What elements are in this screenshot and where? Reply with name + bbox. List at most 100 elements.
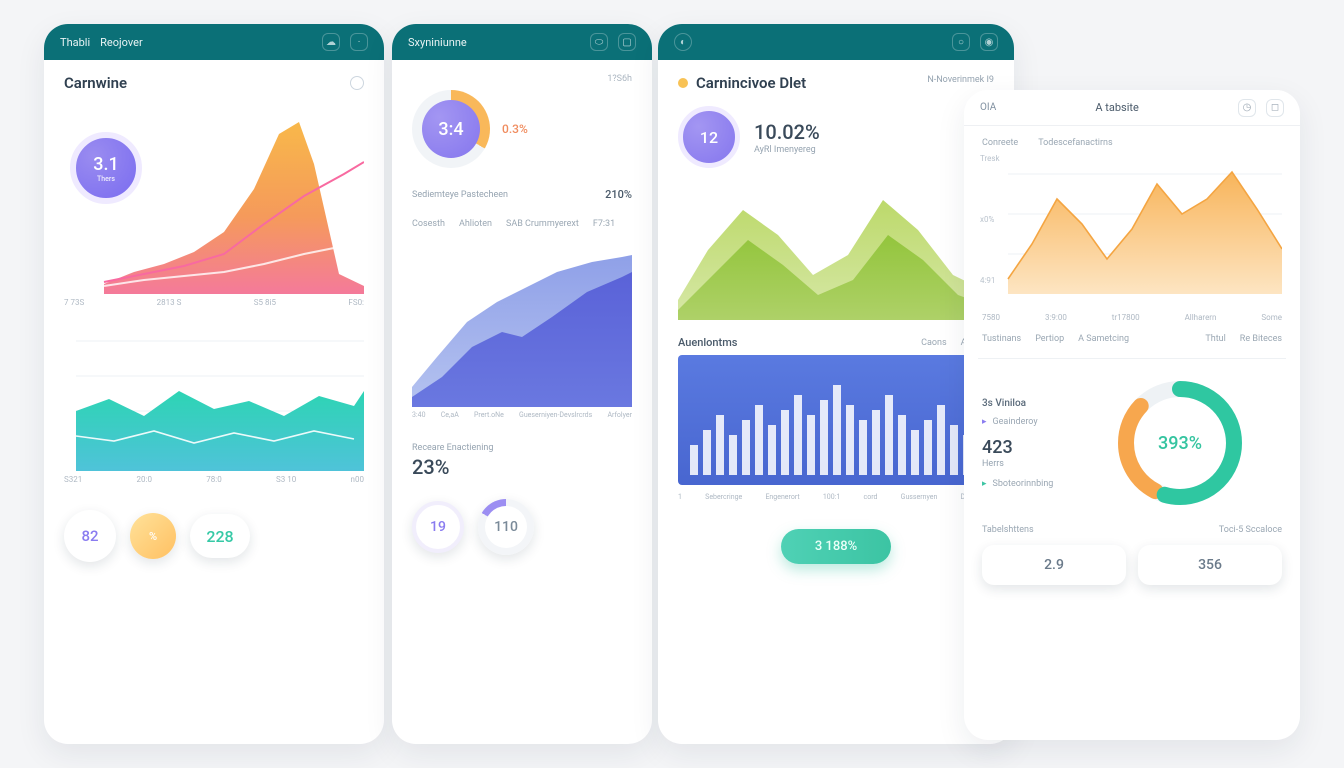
tab-item[interactable]: F7:31 [593, 219, 615, 229]
tab-item[interactable]: Re Biteces [1240, 334, 1282, 344]
mini-d-value: 110 [494, 519, 518, 535]
phone4-topbar: OIA A tabsite ◷ ◻ [964, 90, 1300, 126]
phone3-pill-value: 3 188% [815, 539, 857, 554]
mini-ring-c[interactable]: 19 [412, 501, 464, 553]
circle-dot-icon[interactable]: ◉ [980, 33, 998, 51]
xtick: Prert.oNe [474, 411, 504, 419]
xtick: 7 73S [64, 298, 84, 307]
phone4-pill-b[interactable]: 356 [1138, 545, 1282, 585]
mini-ring-a[interactable]: 82 [64, 510, 116, 562]
tab-item[interactable]: A Sametcing [1078, 334, 1129, 344]
mini-a-value: 82 [81, 527, 98, 545]
square-icon[interactable]: ▢ [618, 33, 636, 51]
xtick: 7580 [982, 313, 1000, 322]
tab-item[interactable]: Cosesth [412, 219, 445, 229]
tab-item[interactable]: SAB Crummyerext [506, 219, 579, 229]
phone1-title: Carnwine [64, 74, 127, 92]
phone2-ring-inner: 3:4 [422, 100, 480, 158]
apple-icon[interactable]: ◐ [674, 33, 692, 51]
phone2-stat-label: Sediemteye Pastecheen [412, 190, 508, 200]
phone4-donut-value: 393% [1110, 373, 1250, 513]
tab-item[interactable]: Thtul [1205, 334, 1225, 344]
mini-pill[interactable]: 228 [190, 514, 250, 558]
xtick: Gueserniyen-Devslrcrds [519, 411, 592, 419]
phone1-topbar: Thabli Reojover ☁ · [44, 24, 384, 60]
phone3-title-text: Carnincivoe Dlet [696, 74, 806, 92]
xtick: tr17800 [1112, 313, 1140, 322]
phone2-topvalue: 1?S6h [607, 74, 632, 84]
tab-item[interactable]: Caons [921, 338, 947, 348]
phone-card-4: OIA A tabsite ◷ ◻ Conreete Todescefanact… [964, 90, 1300, 740]
foot-label: Tabelshttens [982, 525, 1034, 535]
phone1-xticks: 7 73S 2813 S S5 8i5 FS0: [64, 298, 364, 307]
dot-icon: · [350, 33, 368, 51]
phone3-title: Carnincivoe Dlet [678, 74, 806, 92]
radio-icon[interactable] [350, 76, 364, 90]
phone2-tabs: Cosesth Ahlioten SAB Crummyerext F7:31 [412, 219, 632, 229]
tab-reojover[interactable]: Reojover [100, 36, 143, 49]
phone3-big-value: 10.02% [754, 120, 820, 144]
xtick: 3:9:00 [1045, 313, 1067, 322]
phone4-stat-sub: Herrs [982, 459, 1092, 469]
xtick: Arfolyer [607, 411, 631, 419]
mini-b-value: 228 [206, 527, 233, 546]
xtick: S5 8i5 [254, 298, 276, 307]
xtick: Ce,aA [441, 411, 459, 419]
tab-item[interactable]: Ahlioten [459, 219, 492, 229]
phone3-ring: 12 [678, 106, 740, 168]
phone3-cta-pill[interactable]: 3 188% [781, 529, 891, 564]
legend-item: Sboteorinnbing [993, 479, 1054, 489]
mini-ring-b[interactable]: % [130, 513, 176, 559]
tab-thabli[interactable]: Thabli [60, 36, 90, 49]
chat-icon[interactable]: ◻ [1266, 99, 1284, 117]
phone-card-3: ◐ ○ ◉ Carnincivoe Dlet N-Noverinmek I9 1… [658, 24, 1014, 744]
phone3-blue-bars [686, 365, 986, 481]
phone2-ring-value: 3:4 [438, 119, 463, 140]
phone2-ring: 3:4 [412, 90, 490, 168]
phone3-ring-value: 12 [700, 128, 718, 147]
xtick: Allharern [1185, 313, 1217, 322]
phone2-stat-value: 210% [605, 188, 632, 201]
xtick: Some [1261, 313, 1282, 322]
xtick: 3:40 [412, 411, 426, 419]
phone3-topbar: ◐ ○ ◉ [658, 24, 1014, 60]
phone4-orange-chart [982, 154, 1282, 309]
tab-item[interactable]: Tustinans [982, 334, 1021, 344]
legend-item[interactable]: Todescefanactirns [1038, 138, 1112, 148]
phone2-xticks: 3:40 Ce,aA Prert.oNe Gueserniyen-Devslrc… [412, 411, 632, 419]
phone-card-2: Sxyniniunne ⬭ ▢ 1?S6h 3:4 0.3% Sediemtey… [392, 24, 652, 744]
phone2-gauge-label: Receare Enactiening [412, 443, 632, 453]
phone2-purple-chart [412, 237, 632, 407]
phone4-donut: 393% [1110, 373, 1250, 513]
cloud-icon[interactable]: ☁ [322, 33, 340, 51]
mini-ring-d[interactable]: 110 [478, 499, 534, 555]
phone4-stat: 423 [982, 437, 1092, 458]
phone2-ring-side: 0.3% [502, 122, 528, 136]
phone2-gauge-value: 23% [412, 455, 632, 479]
phone-card-1: Thabli Reojover ☁ · Carnwine 3.1 Thers [44, 24, 384, 744]
phone3-big-sub: AyRl Imenyereg [754, 145, 820, 155]
phone4-xticks: 7580 3:9:00 tr17800 Allharern Some [982, 313, 1282, 322]
phone1-area-chart [64, 104, 364, 294]
pill-icon[interactable]: ⬭ [590, 33, 608, 51]
phone3-section: Auenlontms [678, 336, 737, 349]
xtick: FS0: [348, 298, 364, 307]
mini-c-value: 19 [430, 519, 446, 535]
tab-item[interactable]: Pertiop [1035, 334, 1064, 344]
phone3-corner: N-Noverinmek I9 [927, 75, 994, 85]
pill-a-value: 2.9 [1044, 557, 1064, 573]
xtick: 2813 S [157, 298, 182, 307]
legend-item: Geainderoy [993, 417, 1038, 427]
phone4-title: A tabsite [1095, 101, 1138, 114]
clock-icon[interactable]: ◷ [1238, 99, 1256, 117]
phone3-green-chart [678, 180, 994, 320]
phone4-donut-title: 3s Viniloa [982, 398, 1092, 409]
tab-sxyni[interactable]: Sxyniniunne [408, 36, 467, 49]
phone1-xticks2: S32120:078:0S3 10n00 [64, 475, 364, 484]
phone3-xticks: 1SebercringeEngenerort100:1cordGussernye… [678, 493, 994, 501]
home-icon[interactable]: ○ [952, 33, 970, 51]
phone2-topbar: Sxyniniunne ⬭ ▢ [392, 24, 652, 60]
legend-item[interactable]: Conreete [982, 138, 1018, 148]
phone4-pill-a[interactable]: 2.9 [982, 545, 1126, 585]
phone4-tab-a[interactable]: OIA [980, 102, 996, 113]
